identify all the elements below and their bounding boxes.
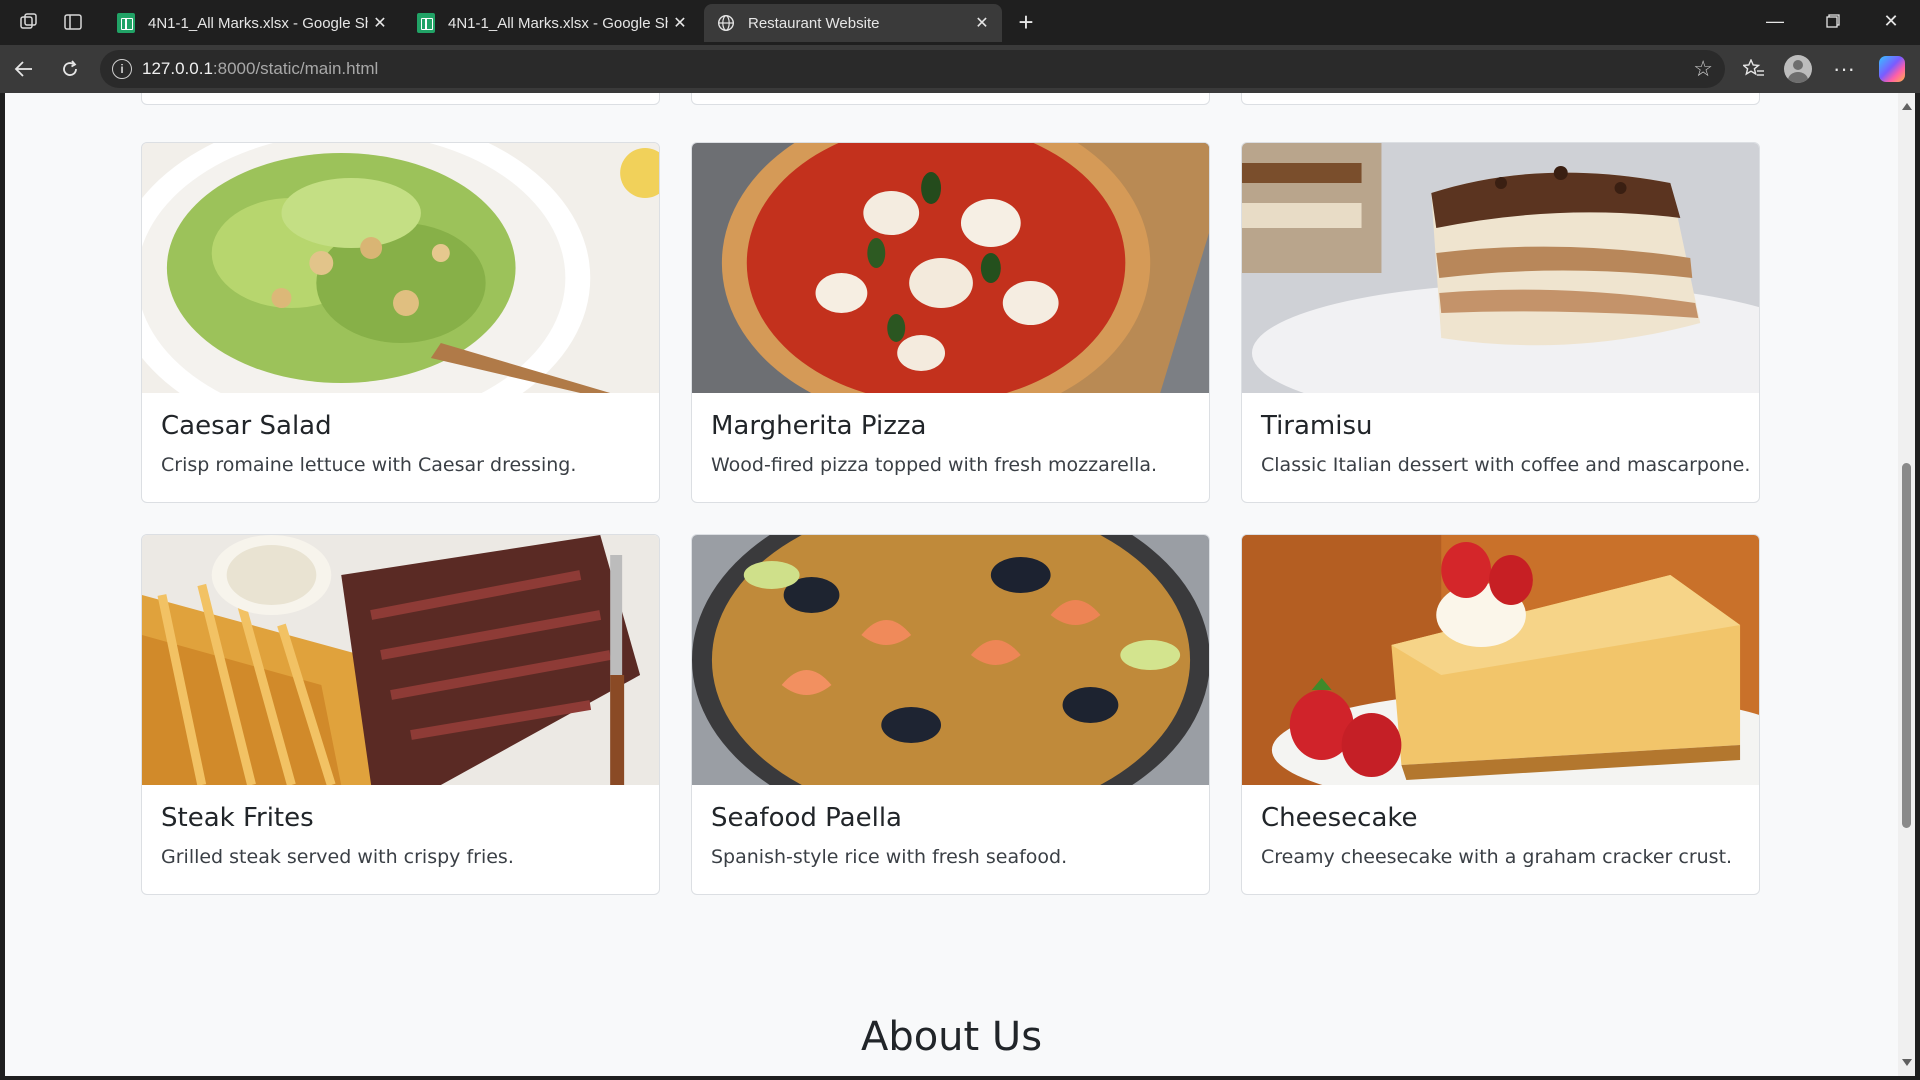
about-us-heading: About Us <box>860 1014 1043 1060</box>
menu-item-description: Spanish-style rice with fresh seafood. <box>711 846 1068 868</box>
menu-card-caesar-salad[interactable]: Caesar Salad Crisp romaine lettuce with … <box>141 142 660 503</box>
steak-frites-image <box>142 535 659 785</box>
menu-card-cheesecake[interactable]: Cheesecake Creamy cheesecake with a grah… <box>1241 534 1760 895</box>
menu-item-description: Creamy cheesecake with a graham cracker … <box>1261 846 1733 868</box>
margherita-pizza-image <box>692 143 1209 393</box>
workspaces-icon[interactable] <box>12 6 46 38</box>
favorites-icon[interactable] <box>1736 52 1772 86</box>
close-window-icon[interactable]: ✕ <box>1862 0 1920 42</box>
vertical-tabs-icon[interactable] <box>56 6 90 38</box>
tab-title: 4N1-1_All Marks.xlsx - Google Sh <box>448 14 668 32</box>
close-tab-icon[interactable]: ✕ <box>970 11 994 35</box>
menu-item-description: Classic Italian dessert with coffee and … <box>1261 454 1751 476</box>
tab-title: Restaurant Website <box>748 14 880 32</box>
reload-icon[interactable] <box>52 52 88 86</box>
copilot-icon[interactable] <box>1874 52 1910 86</box>
site-info-icon[interactable]: i <box>112 59 132 79</box>
seafood-paella-image <box>692 535 1209 785</box>
scroll-down-arrow-icon[interactable] <box>1902 1059 1912 1066</box>
menu-item-description: Crisp romaine lettuce with Caesar dressi… <box>161 454 577 476</box>
browser-toolbar: i 127.0.0.1:8000/static/main.html ☆ ··· <box>0 45 1920 93</box>
url-path: :8000/static/main.html <box>212 59 379 78</box>
scrollbar-thumb[interactable] <box>1902 463 1911 828</box>
profile-avatar[interactable] <box>1780 52 1816 86</box>
favorite-star-icon[interactable]: ☆ <box>1693 56 1713 82</box>
tab-sheets-2[interactable]: 4N1-1_All Marks.xlsx - Google Sh ✕ <box>404 4 700 42</box>
minimize-icon[interactable]: — <box>1746 0 1804 42</box>
menu-item-title: Cheesecake <box>1261 803 1418 833</box>
page-content: Caesar Salad Crisp romaine lettuce with … <box>5 93 1898 1076</box>
scroll-up-arrow-icon[interactable] <box>1902 103 1912 110</box>
cheesecake-image <box>1242 535 1759 785</box>
new-tab-button[interactable]: + <box>1010 6 1042 38</box>
browser-title-bar: 4N1-1_All Marks.xlsx - Google Sh ✕ 4N1-1… <box>0 0 1920 45</box>
menu-item-title: Steak Frites <box>161 803 314 833</box>
more-options-icon[interactable]: ··· <box>1826 52 1862 86</box>
menu-item-description: Wood-fired pizza topped with fresh mozza… <box>711 454 1158 476</box>
tab-sheets-1[interactable]: 4N1-1_All Marks.xlsx - Google Sh ✕ <box>104 4 400 42</box>
back-arrow-icon[interactable] <box>6 52 42 86</box>
tab-title: 4N1-1_All Marks.xlsx - Google Sh <box>148 14 368 32</box>
menu-card-partial <box>691 93 1210 105</box>
close-tab-icon[interactable]: ✕ <box>368 11 392 35</box>
menu-card-seafood-paella[interactable]: Seafood Paella Spanish-style rice with f… <box>691 534 1210 895</box>
menu-card-steak-frites[interactable]: Steak Frites Grilled steak served with c… <box>141 534 660 895</box>
menu-card-tiramisu[interactable]: Tiramisu Classic Italian dessert with co… <box>1241 142 1760 503</box>
menu-item-description: Grilled steak served with crispy fries. <box>161 846 514 868</box>
tiramisu-image <box>1242 143 1759 393</box>
tab-restaurant-website[interactable]: Restaurant Website ✕ <box>704 4 1002 42</box>
window-bottom-border <box>0 1076 1920 1080</box>
caesar-salad-image <box>142 143 659 393</box>
url-host: 127.0.0.1 <box>142 59 213 78</box>
close-tab-icon[interactable]: ✕ <box>668 11 692 35</box>
menu-card-partial <box>141 93 660 105</box>
menu-card-margherita-pizza[interactable]: Margherita Pizza Wood-fired pizza topped… <box>691 142 1210 503</box>
menu-item-title: Margherita Pizza <box>711 411 927 441</box>
page-scrollbar[interactable] <box>1898 93 1915 1076</box>
google-sheets-icon <box>116 13 136 33</box>
menu-item-title: Seafood Paella <box>711 803 902 833</box>
menu-item-title: Caesar Salad <box>161 411 332 441</box>
globe-icon <box>716 13 736 33</box>
google-sheets-icon <box>416 13 436 33</box>
menu-item-title: Tiramisu <box>1261 411 1373 441</box>
restore-icon[interactable] <box>1804 0 1862 42</box>
menu-card-partial <box>1241 93 1760 105</box>
address-bar[interactable]: i 127.0.0.1:8000/static/main.html ☆ <box>100 50 1725 88</box>
